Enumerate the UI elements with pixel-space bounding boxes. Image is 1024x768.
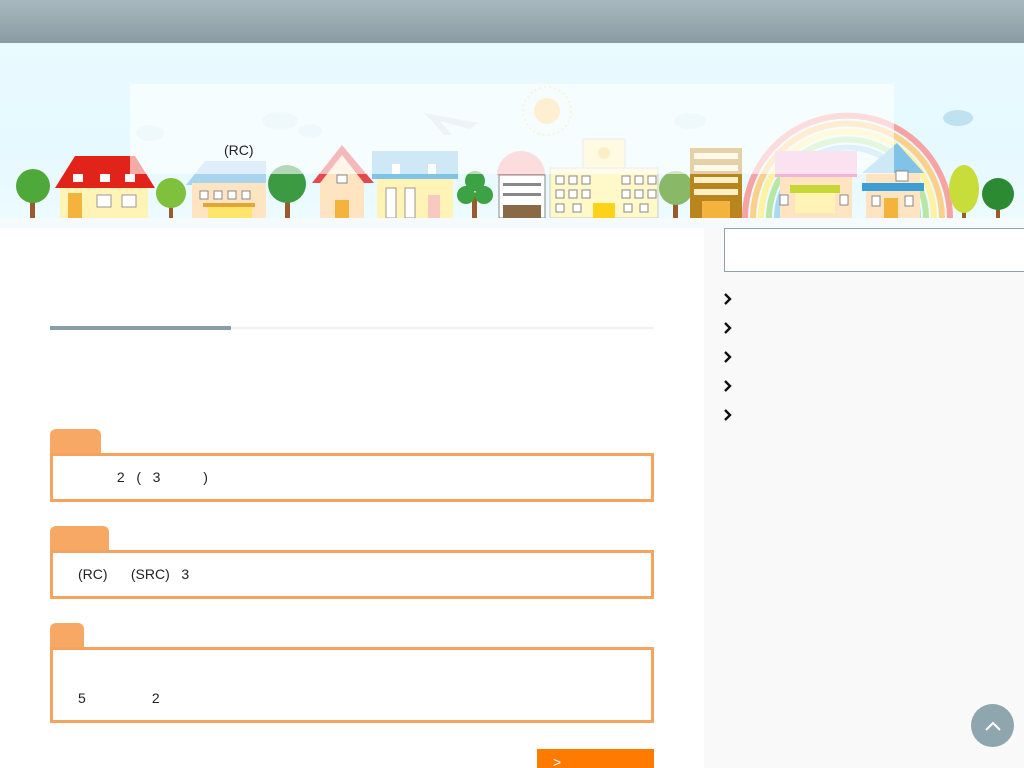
more-button[interactable]: > [537,749,654,768]
sidebar-item-3[interactable] [722,347,1002,367]
chevron-right-icon [724,409,732,421]
search-input[interactable] [724,228,1024,272]
chevron-up-icon [984,721,1001,731]
chevron-right-icon [724,351,732,363]
sidebar-item-4[interactable] [722,376,1002,396]
chevron-right-icon [724,380,732,392]
top-bar [0,0,1024,43]
scroll-to-top-button[interactable] [971,704,1014,747]
chevron-right-icon [724,322,732,334]
hero-banner: (RC) [0,43,1024,218]
info-tab-3 [50,623,84,649]
hero-divider [0,218,1024,228]
sidebar [704,228,1024,768]
hero-overlay-panel [130,84,894,174]
sidebar-item-1[interactable] [722,289,1002,309]
info-box-3: 5 2 [50,647,654,723]
info-tab-2 [50,526,109,552]
chevron-right-icon [724,293,732,305]
sidebar-item-5[interactable] [722,405,1002,425]
info-box-2: (RC) (SRC) 3 [50,550,654,599]
info-text-3: 5 2 [78,690,160,706]
title-underline-accent [50,326,231,330]
info-box-1: 2 ( 3 ) [50,453,654,502]
hero-caption: (RC) [224,142,254,158]
info-text-2: (RC) (SRC) 3 [78,566,190,582]
info-text-1: 2 ( 3 ) [78,469,208,485]
page-title-underline [50,326,654,330]
sidebar-item-2[interactable] [722,318,1002,338]
info-tab-1 [50,429,101,455]
